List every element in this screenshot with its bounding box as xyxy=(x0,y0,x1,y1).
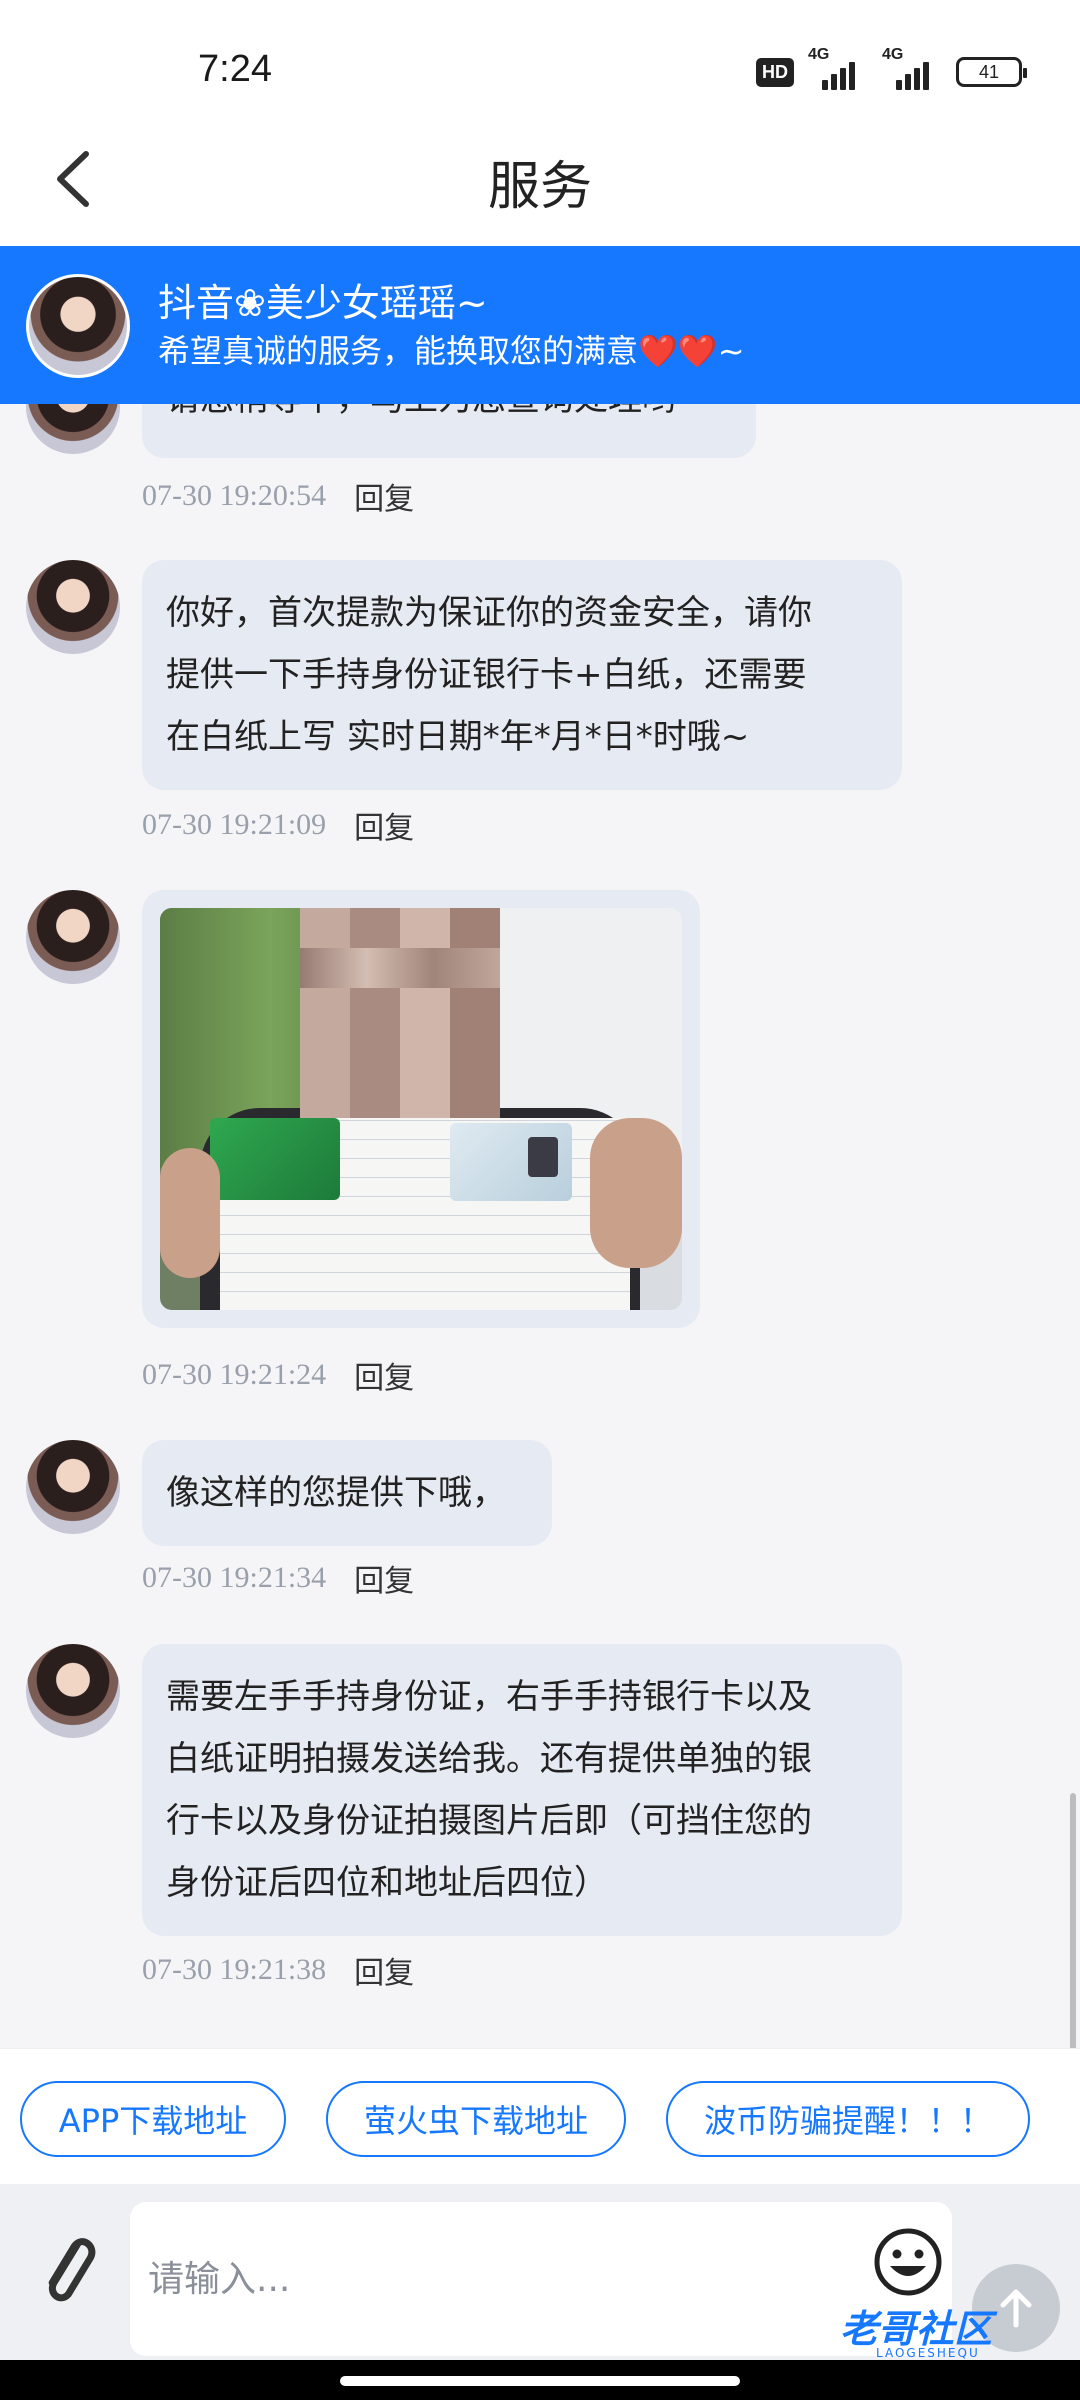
message-time: 07-30 19:21:09 xyxy=(142,808,327,841)
quick-actions-bar: APP下载地址 萤火虫下载地址 波币防骗提醒！！！ xyxy=(0,2048,1080,2184)
reply-button[interactable]: 回复 xyxy=(354,803,414,847)
message-line: 行卡以及身份证拍摄图片后即（可挡住您的 xyxy=(166,1801,812,1841)
id-card-image xyxy=(450,1123,572,1201)
status-indicators: HD 4G 4G 41 xyxy=(756,46,1027,94)
battery-icon: 41 xyxy=(956,57,1027,87)
reply-button[interactable]: 回复 xyxy=(354,1556,414,1600)
agent-avatar-large xyxy=(26,274,130,378)
agent-subtitle: 希望真诚的服务，能换取您的满意❤️❤️~ xyxy=(158,332,745,370)
id-card-photo[interactable] xyxy=(160,908,682,1310)
agent-avatar xyxy=(26,1644,120,1738)
arrow-up-icon xyxy=(1000,2289,1032,2328)
message-meta: 07-30 19:21:09 回复 xyxy=(142,803,414,847)
paperclip-icon xyxy=(48,2238,96,2302)
network-type-label-2: 4G xyxy=(882,46,904,63)
message-bubble: 需要左手手持身份证，右手手持银行卡以及 白纸证明拍摄发送给我。还有提供单独的银 … xyxy=(142,1644,902,1936)
message-time: 07-30 19:20:54 xyxy=(142,479,327,512)
anti-fraud-reminder-button[interactable]: 波币防骗提醒！！！ xyxy=(666,2081,1030,2157)
message-line: 在白纸上写 实时日期*年*月*日*时哦~ xyxy=(166,717,750,757)
message-bubble: 你好，首次提款为保证你的资金安全，请你 提供一下手持身份证银行卡+白纸，还需要 … xyxy=(142,560,902,790)
status-time: 7:24 xyxy=(198,48,272,90)
agent-avatar xyxy=(26,890,120,984)
home-indicator[interactable] xyxy=(340,2376,740,2386)
message-meta: 07-30 19:21:38 回复 xyxy=(142,1948,414,1992)
agent-banner: 抖音❀美少女瑶瑶~ 希望真诚的服务，能换取您的满意❤️❤️~ xyxy=(0,246,1080,404)
watermark-subtext: LAOGESHEQU xyxy=(876,2346,980,2360)
page-title: 服务 xyxy=(487,157,592,217)
agent-avatar xyxy=(26,1440,120,1534)
message-input[interactable] xyxy=(130,2202,952,2356)
message-time: 07-30 19:21:38 xyxy=(142,1953,327,1986)
message-line: 提供一下手持身份证银行卡+白纸，还需要 xyxy=(166,655,807,695)
status-bar: 7:24 HD 4G 4G 41 xyxy=(0,0,1080,140)
network-type-label: 4G xyxy=(808,46,830,63)
message-meta: 07-30 19:21:34 回复 xyxy=(142,1556,414,1600)
message-line: 白纸证明拍摄发送给我。还有提供单独的银 xyxy=(166,1739,812,1779)
bank-card-image xyxy=(210,1118,340,1200)
emoji-button[interactable] xyxy=(872,2226,944,2298)
message-line: 身份证后四位和地址后四位） xyxy=(166,1863,608,1903)
system-nav-bar xyxy=(0,2360,1080,2400)
hd-voice-icon: HD xyxy=(756,57,794,87)
reply-button[interactable]: 回复 xyxy=(354,1948,414,1992)
nav-header: 服务 xyxy=(0,120,1080,248)
reply-button[interactable]: 回复 xyxy=(354,1353,414,1397)
smiley-icon xyxy=(874,2228,942,2296)
app-download-button[interactable]: APP下载地址 xyxy=(20,2081,286,2157)
scrollbar[interactable] xyxy=(1070,1793,1076,2048)
firefly-download-button[interactable]: 萤火虫下载地址 xyxy=(326,2081,626,2157)
message-line: 你好，首次提款为保证你的资金安全，请你 xyxy=(166,593,812,633)
signal-icon: 4G xyxy=(808,46,868,90)
message-meta: 07-30 19:20:54 回复 xyxy=(142,474,414,518)
pixelated-face xyxy=(300,908,500,1138)
agent-name: 抖音❀美少女瑶瑶~ xyxy=(158,281,488,325)
attachment-button[interactable] xyxy=(30,2224,104,2314)
signal-icon-2: 4G xyxy=(882,46,942,90)
reply-button[interactable]: 回复 xyxy=(354,474,414,518)
message-bubble: 像这样的您提供下哦， xyxy=(142,1440,552,1546)
message-time: 07-30 19:21:34 xyxy=(142,1561,327,1594)
image-bubble[interactable] xyxy=(142,890,700,1328)
chat-list[interactable]: 请您稍等下，马上为您查询处理哟~ 07-30 19:20:54 回复 你好，首次… xyxy=(0,248,1080,2048)
agent-avatar xyxy=(26,560,120,654)
message-meta: 07-30 19:21:24 回复 xyxy=(142,1353,414,1397)
message-time: 07-30 19:21:24 xyxy=(142,1358,327,1391)
watermark-logo: 老哥社区 xyxy=(840,2307,993,2351)
message-line: 需要左手手持身份证，右手手持银行卡以及 xyxy=(166,1677,812,1717)
message-text: 像这样的您提供下哦， xyxy=(166,1473,506,1513)
